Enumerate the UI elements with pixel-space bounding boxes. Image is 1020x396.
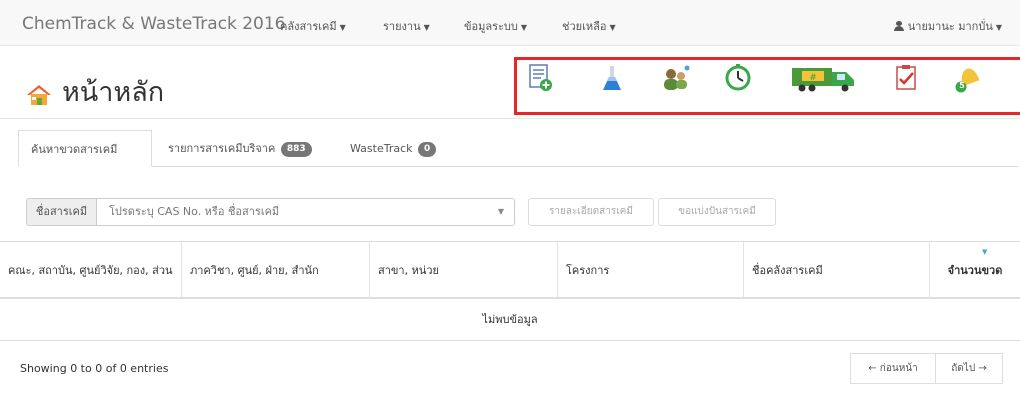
chevron-down-icon: ▼	[423, 23, 430, 32]
table-header: คณะ, สถาบัน, ศูนย์วิจัย, กอง, ส่วน ภาควิ…	[0, 241, 1020, 299]
previous-page-button[interactable]: ← ก่อนหน้า	[850, 353, 936, 384]
nav-menu-reports[interactable]: รายงาน ▼	[383, 17, 430, 35]
count-badge: 883	[280, 142, 312, 157]
nav-menu-label: คลังสารเคมี	[280, 20, 337, 33]
nav-menu-label: ช่วยเหลือ	[562, 20, 607, 33]
count-badge: 0	[418, 142, 437, 157]
nav-menu-label: ข้อมูลระบบ	[464, 20, 518, 33]
column-header-project[interactable]: โครงการ	[558, 242, 744, 298]
sort-desc-icon: ▼	[982, 248, 988, 256]
column-header-faculty[interactable]: คณะ, สถาบัน, ศูนย์วิจัย, กอง, ส่วน	[0, 242, 182, 298]
home-icon	[26, 84, 52, 109]
column-header-bottle-count[interactable]: จำนวนขวด	[930, 242, 1020, 298]
chevron-down-icon: ▼	[497, 207, 504, 216]
nav-menu-chemical-store[interactable]: คลังสารเคมี ▼	[280, 17, 346, 35]
chemical-detail-button[interactable]: รายละเอียดสารเคมี	[528, 198, 654, 226]
user-icon	[893, 21, 904, 31]
toolbar-highlight-box	[514, 57, 1020, 115]
people-transfer-icon[interactable]	[660, 62, 692, 94]
tab-search-chemical[interactable]: ค้นหาขวดสารเคมี	[18, 130, 152, 167]
clock-icon[interactable]	[722, 62, 754, 94]
svg-text:#: #	[809, 73, 817, 83]
notification-count: 5	[959, 81, 965, 90]
chevron-down-icon: ▼	[339, 23, 346, 32]
chevron-down-icon: ▼	[995, 23, 1002, 32]
waste-truck-icon[interactable]: #	[790, 62, 858, 94]
tab-label: WasteTrack	[350, 142, 413, 155]
flask-icon[interactable]	[596, 62, 628, 94]
tab-label: ค้นหาขวดสารเคมี	[31, 143, 118, 156]
tab-bar: ค้นหาขวดสารเคมี รายการสารเคมีบริจาค 883 …	[0, 130, 1020, 167]
nav-menu-label: รายงาน	[383, 20, 421, 33]
checklist-icon[interactable]	[890, 62, 922, 94]
column-header-division[interactable]: สาขา, หน่วย	[370, 242, 558, 298]
tab-wastetrack[interactable]: WasteTrack 0	[338, 130, 448, 167]
chemical-name-addon: ชื่อสารเคมี	[26, 198, 97, 226]
add-document-icon[interactable]	[524, 62, 556, 94]
chevron-down-icon: ▼	[520, 23, 528, 32]
tab-label: รายการสารเคมีบริจาค	[168, 142, 276, 155]
bell-notification-icon[interactable]	[952, 62, 984, 94]
empty-table-row: ไม่พบข้อมูล	[0, 299, 1020, 341]
user-menu[interactable]: นายมานะ มากบั่น ▼	[893, 17, 1002, 35]
app-brand[interactable]: ChemTrack & WasteTrack 2016	[22, 14, 285, 34]
chevron-down-icon: ▼	[609, 23, 616, 32]
tab-donated-chemicals[interactable]: รายการสารเคมีบริจาค 883	[156, 130, 324, 167]
next-page-button[interactable]: ถัดไป →	[935, 353, 1003, 384]
entries-info: Showing 0 to 0 of 0 entries	[20, 362, 169, 375]
search-placeholder: โปรดระบุ CAS No. หรือ ชื่อสารเคมี	[109, 205, 280, 218]
top-navbar: ChemTrack & WasteTrack 2016 คลังสารเคมี ▼…	[0, 0, 1020, 46]
user-name: นายมานะ มากบั่น	[907, 20, 993, 33]
share-chemical-button[interactable]: ขอแบ่งปันสารเคมี	[658, 198, 776, 226]
nav-menu-system-data[interactable]: ข้อมูลระบบ ▼	[464, 17, 527, 35]
column-header-store-name[interactable]: ชื่อคลังสารเคมี	[744, 242, 930, 298]
page-title: หน้าหลัก	[62, 77, 165, 108]
column-header-department[interactable]: ภาควิชา, ศูนย์, ฝ่าย, สำนัก	[182, 242, 370, 298]
chemical-search-select[interactable]: โปรดระบุ CAS No. หรือ ชื่อสารเคมี ▼	[96, 198, 515, 226]
nav-menu-help[interactable]: ช่วยเหลือ ▼	[562, 17, 616, 35]
